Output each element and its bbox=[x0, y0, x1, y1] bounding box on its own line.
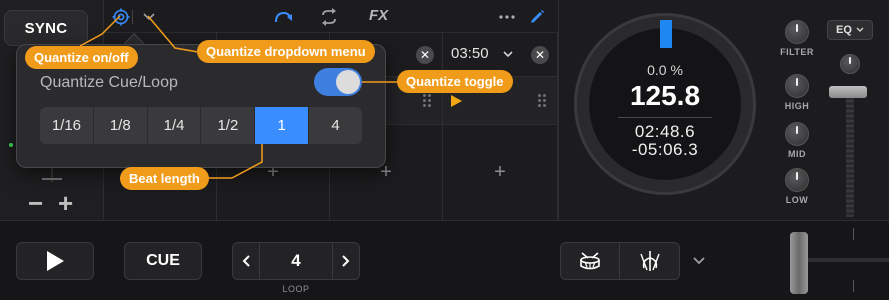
high-label: HIGH bbox=[784, 101, 810, 111]
loop-decrease-button[interactable] bbox=[232, 242, 260, 280]
callout-quantize-toggle: Quantize toggle bbox=[397, 70, 513, 93]
filter-knob[interactable] bbox=[785, 20, 809, 44]
callout-beat-length: Beat length bbox=[120, 167, 209, 190]
quantize-target-icon[interactable] bbox=[110, 6, 132, 28]
pad-column[interactable]: 03:50 ✕ + bbox=[443, 33, 558, 220]
remaining-time: -05:06.3 bbox=[631, 140, 699, 159]
pitch-minus-button[interactable]: − bbox=[28, 190, 43, 216]
fx-button[interactable]: FX bbox=[369, 7, 388, 24]
loop-length-value[interactable]: 4 bbox=[260, 242, 332, 280]
chevron-left-icon bbox=[242, 255, 250, 267]
volume-fader-handle[interactable] bbox=[829, 86, 867, 98]
mid-eq-knob[interactable] bbox=[785, 122, 809, 146]
deck-toolbar: FX bbox=[104, 0, 558, 33]
reverse-arrow-icon[interactable] bbox=[272, 6, 294, 28]
pad-time-label: 03:50 bbox=[451, 45, 489, 62]
more-dots-icon[interactable] bbox=[496, 6, 518, 28]
beat-length-selector[interactable]: 1/16 1/8 1/4 1/2 1 4 bbox=[40, 107, 362, 144]
quantize-popover-title: Quantize Cue/Loop bbox=[40, 74, 178, 91]
volume-fader-track[interactable] bbox=[846, 97, 854, 217]
sampler-drum-button[interactable] bbox=[560, 242, 620, 280]
low-eq-knob[interactable] bbox=[785, 168, 809, 192]
beat-option[interactable]: 4 bbox=[309, 107, 362, 144]
instruments-button[interactable] bbox=[620, 242, 680, 280]
bpm-readout: 125.8 bbox=[629, 80, 701, 111]
chevron-down-icon[interactable] bbox=[503, 51, 513, 58]
beat-option[interactable]: 1/4 bbox=[148, 107, 202, 144]
callout-quantize-onoff: Quantize on/off bbox=[25, 46, 138, 69]
pad-close-button[interactable]: ✕ bbox=[416, 46, 434, 64]
edit-pencil-icon[interactable] bbox=[526, 6, 548, 28]
crossfader-track[interactable] bbox=[800, 258, 889, 262]
jog-position-marker bbox=[660, 20, 672, 48]
beat-option[interactable]: 1/2 bbox=[201, 107, 256, 144]
low-label: LOW bbox=[785, 195, 809, 205]
pad-close-button[interactable]: ✕ bbox=[531, 46, 549, 64]
pitch-slider-handle[interactable] bbox=[42, 178, 62, 180]
instruments-icon bbox=[639, 251, 660, 271]
toolbar-divider bbox=[132, 10, 133, 24]
callout-quantize-dropdown: Quantize dropdown menu bbox=[197, 40, 375, 63]
mid-label: MID bbox=[788, 149, 806, 159]
eq-dropdown[interactable]: EQ bbox=[827, 20, 873, 40]
crossfader-handle[interactable] bbox=[790, 232, 808, 294]
crossfader-center-tick bbox=[853, 280, 854, 292]
high-eq-knob[interactable] bbox=[785, 74, 809, 98]
play-button[interactable] bbox=[16, 242, 94, 280]
sync-button[interactable]: SYNC bbox=[4, 10, 88, 46]
loop-increase-button[interactable] bbox=[332, 242, 360, 280]
add-cue-button[interactable]: + bbox=[494, 161, 506, 184]
beat-option-selected[interactable]: 1 bbox=[255, 107, 310, 144]
chevron-down-icon[interactable] bbox=[138, 6, 160, 28]
loop-label: LOOP bbox=[282, 284, 310, 294]
drag-handle-icon[interactable] bbox=[537, 93, 547, 107]
beat-option[interactable]: 1/8 bbox=[94, 107, 148, 144]
crossfader-center-tick bbox=[853, 228, 854, 240]
quantize-toggle[interactable] bbox=[314, 68, 362, 96]
toggle-thumb bbox=[336, 70, 360, 94]
pitch-plus-button[interactable]: + bbox=[58, 190, 73, 216]
filter-label: FILTER bbox=[780, 47, 814, 57]
drum-icon bbox=[580, 252, 600, 270]
eq-label: EQ bbox=[836, 24, 852, 36]
chevron-down-icon bbox=[856, 27, 864, 32]
chevron-down-icon[interactable] bbox=[690, 252, 708, 270]
pitch-led-indicator bbox=[9, 143, 13, 147]
play-icon bbox=[46, 251, 64, 271]
elapsed-time: 02:48.6 bbox=[634, 122, 696, 141]
pitch-percent-readout: 0.0 % bbox=[647, 62, 683, 78]
chevron-right-icon bbox=[342, 255, 350, 267]
time-divider bbox=[618, 117, 712, 118]
beat-option[interactable]: 1/16 bbox=[40, 107, 94, 144]
drag-handle-icon[interactable] bbox=[422, 93, 432, 107]
gain-knob[interactable] bbox=[840, 54, 860, 74]
loop-arrows-icon[interactable] bbox=[318, 6, 340, 28]
pad-play-icon bbox=[451, 95, 462, 107]
cue-button[interactable]: CUE bbox=[124, 242, 202, 280]
